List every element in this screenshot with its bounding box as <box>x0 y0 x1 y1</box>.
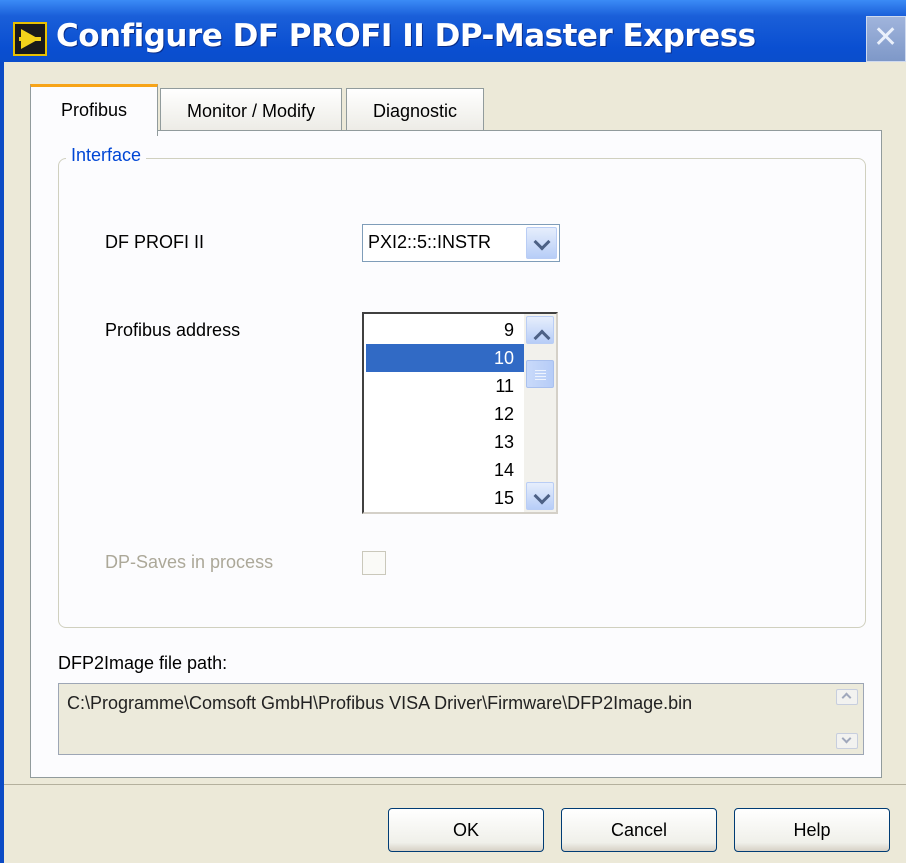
device-select-value: PXI2::5::INSTR <box>368 232 492 252</box>
tab-diagnostic[interactable]: Diagnostic <box>346 88 484 132</box>
tab-monitor-modify[interactable]: Monitor / Modify <box>160 88 342 132</box>
dp-saves-label: DP-Saves in process <box>105 552 274 572</box>
device-select[interactable]: PXI2::5::INSTR <box>362 224 560 262</box>
cancel-button[interactable]: Cancel <box>561 808 717 852</box>
scroll-down-button[interactable] <box>836 733 858 749</box>
profibus-address-label: Profibus address <box>105 320 241 340</box>
scroll-thumb[interactable] <box>526 360 554 388</box>
scroll-up-button[interactable] <box>836 689 858 705</box>
chevron-down-icon <box>533 487 551 505</box>
chevron-up-icon <box>841 692 852 703</box>
file-path-value: C:\Programme\Comsoft GmbH\Profibus VISA … <box>67 693 693 713</box>
list-item-selected[interactable]: 10 <box>366 344 524 372</box>
scroll-down-button[interactable] <box>526 482 554 510</box>
help-button[interactable]: Help <box>734 808 890 852</box>
profibus-address-listbox[interactable]: 9 10 11 12 13 14 15 <box>362 312 558 514</box>
list-item[interactable]: 11 <box>366 372 524 400</box>
interface-group-title: Interface <box>66 145 147 166</box>
list-item[interactable]: 9 <box>366 316 524 344</box>
device-label: DF PROFI II <box>105 232 204 252</box>
list-item[interactable]: 14 <box>366 456 524 484</box>
chevron-up-icon <box>533 329 551 347</box>
address-scrollbar[interactable] <box>524 314 556 512</box>
device-dropdown-button[interactable] <box>526 227 557 259</box>
close-icon: ✕ <box>873 20 899 55</box>
tab-profibus[interactable]: Profibus <box>30 84 158 136</box>
ok-button[interactable]: OK <box>388 808 544 852</box>
scroll-up-button[interactable] <box>526 316 554 347</box>
chevron-down-icon <box>841 733 852 744</box>
dp-saves-checkbox[interactable] <box>362 551 386 575</box>
dialog-window: Configure DF PROFI II DP-Master Express … <box>0 0 906 863</box>
chevron-down-icon <box>533 233 551 251</box>
list-item[interactable]: 12 <box>366 400 524 428</box>
labview-app-icon <box>13 22 47 56</box>
list-item[interactable]: 15 <box>366 484 524 512</box>
file-path-field[interactable]: C:\Programme\Comsoft GmbH\Profibus VISA … <box>58 683 864 755</box>
file-path-scrollbar[interactable] <box>832 685 862 753</box>
close-button[interactable]: ✕ <box>866 16 906 62</box>
file-path-label: DFP2Image file path: <box>58 653 228 673</box>
list-item[interactable]: 13 <box>366 428 524 456</box>
window-title: Configure DF PROFI II DP-Master Express <box>56 18 756 54</box>
divider <box>4 784 906 785</box>
